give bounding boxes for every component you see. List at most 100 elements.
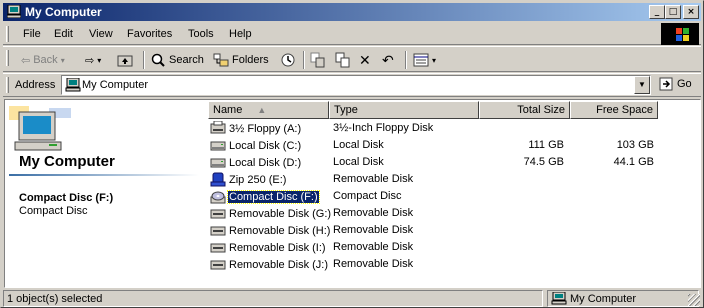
forward-arrow-icon: ⇨ bbox=[85, 54, 95, 67]
drive-name: Removable Disk (G:) bbox=[229, 207, 332, 220]
resize-grip[interactable] bbox=[688, 294, 700, 306]
address-value: My Computer bbox=[82, 79, 149, 91]
address-bar-grip[interactable] bbox=[6, 77, 9, 93]
toolbar-separator bbox=[405, 51, 407, 69]
address-field[interactable]: My Computer ▼ bbox=[61, 75, 651, 95]
menu-file[interactable]: File bbox=[23, 28, 41, 40]
history-button[interactable] bbox=[280, 51, 296, 69]
delete-icon: ✕ bbox=[359, 51, 371, 68]
drive-row[interactable]: 3½ Floppy (A:) 3½-Inch Floppy Disk bbox=[208, 120, 700, 137]
drive-name-cell[interactable]: Removable Disk (G:) bbox=[210, 205, 332, 222]
title-bar[interactable]: My Computer _ □ × bbox=[3, 3, 701, 21]
drive-name-cell[interactable]: Compact Disc (F:) bbox=[210, 188, 320, 205]
my-computer-small-icon bbox=[65, 78, 81, 92]
drive-name-cell[interactable]: Removable Disk (J:) bbox=[210, 256, 329, 273]
explorer-window: My Computer _ □ × File Edit View Favorit… bbox=[0, 0, 704, 308]
status-selection-text: 1 object(s) selected bbox=[7, 293, 103, 305]
column-header-free-space[interactable]: Free Space bbox=[570, 101, 658, 119]
address-dropdown-button[interactable]: ▼ bbox=[634, 76, 650, 94]
menu-view[interactable]: View bbox=[89, 28, 113, 40]
menu-help[interactable]: Help bbox=[229, 28, 252, 40]
maximize-button[interactable]: □ bbox=[665, 5, 681, 19]
sort-ascending-icon: ▲ bbox=[257, 105, 267, 115]
go-label: Go bbox=[677, 78, 692, 90]
folders-label: Folders bbox=[232, 54, 269, 66]
drive-name-cell[interactable]: Local Disk (D:) bbox=[210, 154, 302, 171]
floppy-drive-icon bbox=[210, 121, 226, 134]
drive-row[interactable]: Removable Disk (I:) Removable Disk bbox=[208, 239, 700, 256]
drive-name-cell[interactable]: Removable Disk (H:) bbox=[210, 222, 331, 239]
drive-type: Local Disk bbox=[333, 139, 384, 151]
drive-total-size: 74.5 GB bbox=[523, 156, 564, 168]
folders-button[interactable]: Folders bbox=[213, 51, 269, 69]
drive-total-size: 111 GB bbox=[528, 139, 564, 151]
window-title: My Computer bbox=[25, 5, 102, 19]
removable-drive-icon bbox=[210, 260, 226, 270]
menu-favorites[interactable]: Favorites bbox=[127, 28, 172, 40]
drive-type: Removable Disk bbox=[333, 258, 414, 270]
copy-to-button[interactable] bbox=[335, 51, 351, 69]
search-label: Search bbox=[169, 54, 204, 66]
up-folder-button[interactable] bbox=[117, 51, 133, 69]
minimize-button[interactable]: _ bbox=[649, 5, 665, 19]
drive-type: Compact Disc bbox=[333, 190, 402, 202]
drive-row[interactable]: Removable Disk (G:) Removable Disk bbox=[208, 205, 700, 222]
drive-name-cell[interactable]: Local Disk (C:) bbox=[210, 137, 302, 154]
toolbar-separator bbox=[303, 51, 305, 69]
drive-row[interactable]: Compact Disc (F:) Compact Disc bbox=[208, 188, 700, 205]
column-header-total-size[interactable]: Total Size bbox=[479, 101, 570, 119]
undo-button[interactable]: ↶ bbox=[382, 51, 394, 69]
drive-name: Zip 250 (E:) bbox=[229, 173, 287, 186]
history-icon bbox=[281, 53, 295, 67]
drive-name-cell[interactable]: Removable Disk (I:) bbox=[210, 239, 327, 256]
drive-name: Compact Disc (F:) bbox=[227, 189, 320, 204]
column-type-label: Type bbox=[334, 104, 358, 116]
views-button[interactable]: ▾ bbox=[413, 51, 436, 69]
selected-item-name: Compact Disc (F:) bbox=[19, 192, 114, 204]
removable-drive-icon bbox=[210, 226, 226, 236]
standard-toolbar: ⇦ Back ▾ ⇨ ▾ Search Folders ✕ ↶ ▾ bbox=[3, 46, 701, 72]
drive-type: Removable Disk bbox=[333, 241, 414, 253]
delete-button[interactable]: ✕ bbox=[359, 51, 371, 69]
drive-free-space: 103 GB bbox=[616, 139, 654, 151]
close-button[interactable]: × bbox=[683, 5, 699, 19]
cd-drive-icon bbox=[210, 191, 226, 204]
drive-name-cell[interactable]: Zip 250 (E:) bbox=[210, 171, 287, 188]
drive-row[interactable]: Removable Disk (J:) Removable Disk bbox=[208, 256, 700, 273]
up-folder-icon bbox=[117, 55, 133, 67]
drive-type: Local Disk bbox=[333, 156, 384, 168]
menu-bar-grip[interactable] bbox=[6, 26, 9, 42]
column-header-name[interactable]: Name ▲ bbox=[208, 101, 329, 119]
drive-row[interactable]: Removable Disk (H:) Removable Disk bbox=[208, 222, 700, 239]
column-total-size-label: Total Size bbox=[517, 104, 565, 116]
copy-to-icon bbox=[335, 52, 350, 68]
status-zone-text: My Computer bbox=[570, 292, 637, 305]
chevron-down-icon: ▼ bbox=[638, 80, 646, 89]
search-icon bbox=[151, 53, 165, 67]
drive-type: 3½-Inch Floppy Disk bbox=[333, 122, 434, 134]
web-view-divider bbox=[9, 174, 199, 176]
forward-button[interactable]: ⇨ ▾ bbox=[85, 51, 101, 69]
go-arrow-icon bbox=[659, 77, 673, 91]
my-computer-icon bbox=[7, 5, 21, 18]
status-zone: My Computer bbox=[547, 290, 699, 307]
hard-drive-icon bbox=[210, 158, 226, 168]
address-label: Address bbox=[15, 79, 56, 91]
go-button[interactable]: Go bbox=[659, 77, 692, 91]
search-button[interactable]: Search bbox=[150, 51, 204, 69]
column-free-space-label: Free Space bbox=[596, 104, 653, 116]
column-header-type[interactable]: Type bbox=[329, 101, 479, 119]
drive-row[interactable]: Local Disk (D:) Local Disk 74.5 GB 44.1 GB bbox=[208, 154, 700, 171]
drive-name-cell[interactable]: 3½ Floppy (A:) bbox=[210, 120, 302, 137]
toolbar-grip[interactable] bbox=[6, 50, 9, 66]
drive-row[interactable]: Local Disk (C:) Local Disk 111 GB 103 GB bbox=[208, 137, 700, 154]
drive-row[interactable]: Zip 250 (E:) Removable Disk bbox=[208, 171, 700, 188]
drive-name: Local Disk (D:) bbox=[229, 156, 302, 169]
menu-edit[interactable]: Edit bbox=[54, 28, 73, 40]
my-computer-large-icon bbox=[9, 106, 71, 151]
web-view-title: My Computer bbox=[19, 153, 115, 170]
drive-name: Removable Disk (I:) bbox=[229, 241, 326, 254]
menu-tools[interactable]: Tools bbox=[188, 28, 214, 40]
move-to-button[interactable] bbox=[310, 51, 326, 69]
back-button[interactable]: ⇦ Back ▾ bbox=[21, 51, 65, 69]
